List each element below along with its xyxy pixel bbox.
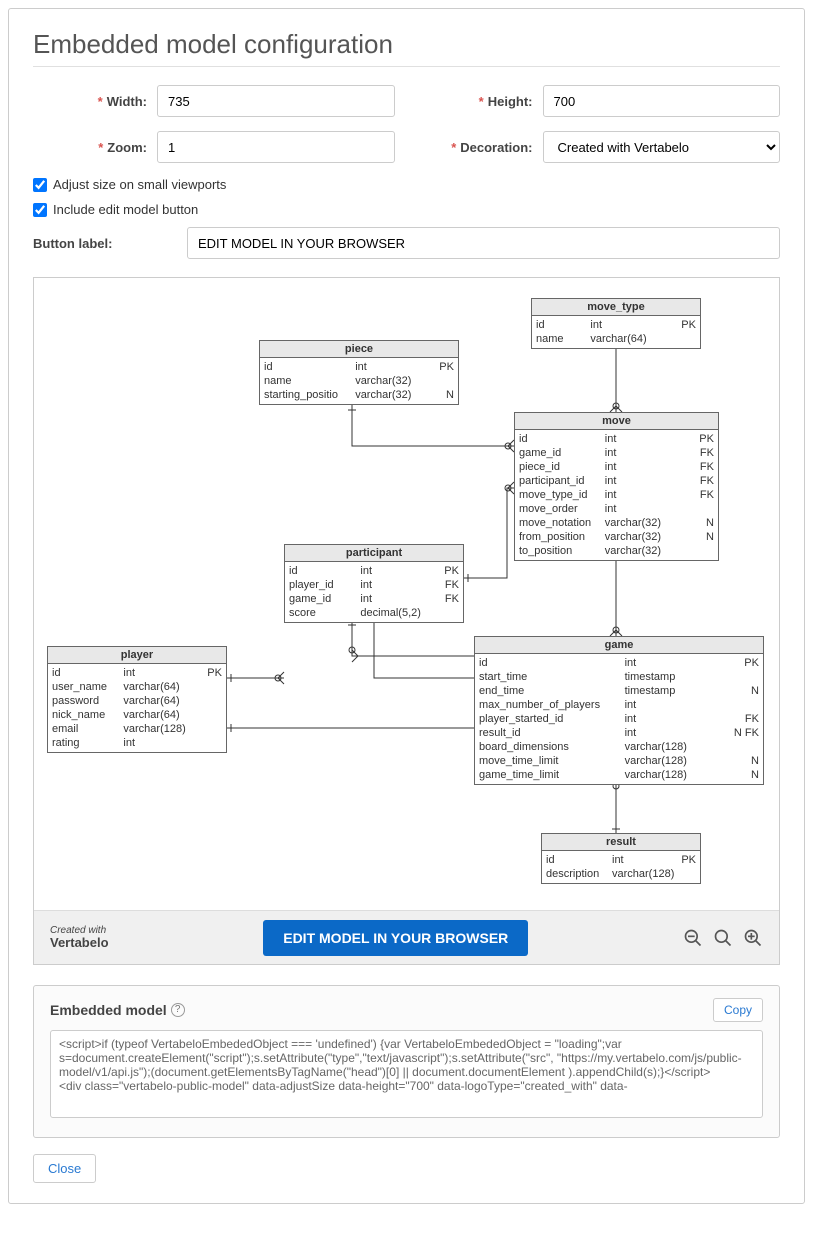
entity-move-type: move_typeidintPKnamevarchar(64) <box>531 298 701 349</box>
embed-heading: Embedded model <box>50 1002 167 1018</box>
zoom-label: *Zoom: <box>33 140 147 155</box>
embed-code-box: Embedded model ? Copy <script>if (typeof… <box>33 985 780 1138</box>
include-label: Include edit model button <box>53 202 198 217</box>
button-label-label: Button label: <box>33 236 163 251</box>
page-title: Embedded model configuration <box>33 29 780 60</box>
credit-badge: Created withVertabelo <box>50 925 109 950</box>
entity-player: playeridintPKuser_namevarchar(64)passwor… <box>47 646 227 753</box>
decoration-label: *Decoration: <box>419 140 533 155</box>
divider <box>33 66 780 67</box>
zoom-in-icon[interactable] <box>743 928 763 948</box>
entity-move: moveidintPKgame_idintFKpiece_idintFKpart… <box>514 412 719 561</box>
entity-game: gameidintPKstart_timetimestampend_timeti… <box>474 636 764 785</box>
width-label: *Width: <box>33 94 147 109</box>
zoom-reset-icon[interactable] <box>713 928 733 948</box>
diagram-canvas[interactable]: move_typeidintPKnamevarchar(64) pieceidi… <box>34 278 779 910</box>
height-label: *Height: <box>419 94 533 109</box>
height-input[interactable] <box>543 85 781 117</box>
entity-result: resultidintPKdescriptionvarchar(128) <box>541 833 701 884</box>
entity-piece: pieceidintPKnamevarchar(32)starting_posi… <box>259 340 459 405</box>
adjust-checkbox[interactable] <box>33 178 47 192</box>
zoom-input[interactable] <box>157 131 395 163</box>
entity-participant: participantidintPKplayer_idintFKgame_idi… <box>284 544 464 623</box>
button-label-input[interactable] <box>187 227 780 259</box>
zoom-out-icon[interactable] <box>683 928 703 948</box>
adjust-label: Adjust size on small viewports <box>53 177 226 192</box>
edit-model-button[interactable]: EDIT MODEL IN YOUR BROWSER <box>263 920 528 956</box>
diagram-preview: move_typeidintPKnamevarchar(64) pieceidi… <box>33 277 780 965</box>
include-checkbox[interactable] <box>33 203 47 217</box>
copy-button[interactable]: Copy <box>713 998 763 1022</box>
modal-panel: Embedded model configuration *Width: *He… <box>8 8 805 1204</box>
help-icon[interactable]: ? <box>171 1003 185 1017</box>
diagram-footer: Created withVertabelo EDIT MODEL IN YOUR… <box>34 910 779 964</box>
width-input[interactable] <box>157 85 395 117</box>
embed-code-textarea[interactable]: <script>if (typeof VertabeloEmbededObjec… <box>50 1030 763 1118</box>
decoration-select[interactable]: Created with Vertabelo <box>543 131 781 163</box>
close-button[interactable]: Close <box>33 1154 96 1183</box>
